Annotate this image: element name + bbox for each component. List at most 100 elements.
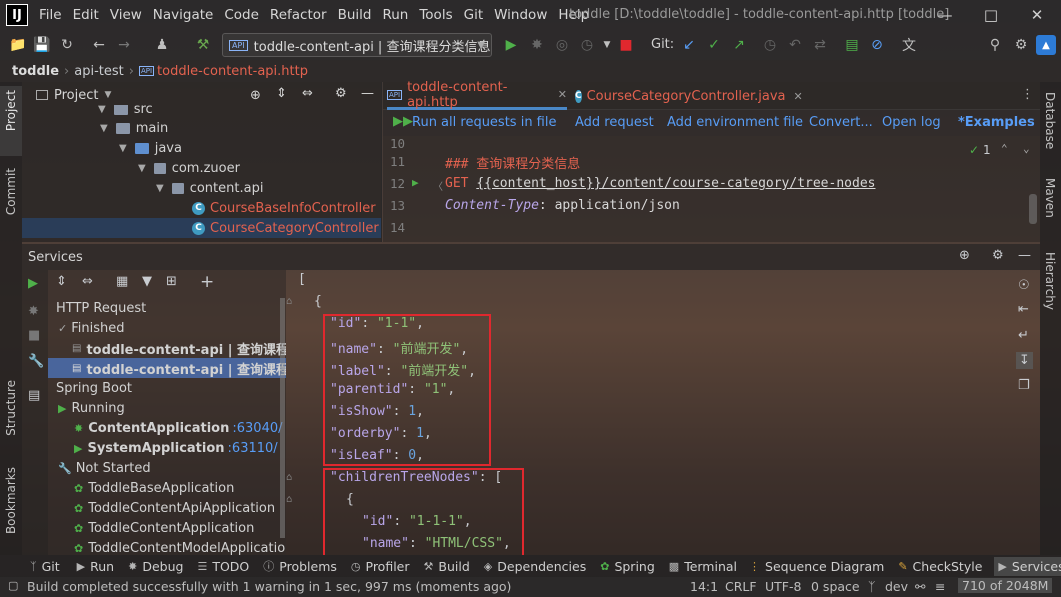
more-vert-icon[interactable]: ⋮ <box>1021 87 1034 102</box>
tab-java-file[interactable]: C CourseCategoryController.java ✕ <box>575 82 803 110</box>
git-rollback-icon[interactable]: ↶ <box>785 35 805 55</box>
layout-icon[interactable]: ▤ <box>28 388 40 403</box>
gear-icon[interactable]: ⚙ <box>335 86 347 101</box>
expand-all-icon[interactable]: ⇕ <box>276 86 287 101</box>
translate-icon[interactable]: 文 <box>899 35 919 55</box>
tab-problems[interactable]: ⓘ Problems <box>263 558 337 574</box>
tab-debug[interactable]: ✸ Debug <box>128 559 183 574</box>
close-tab-icon[interactable]: ✕ <box>558 88 567 101</box>
tree-node-running[interactable]: ▶ Running <box>58 398 125 418</box>
close-tab-icon[interactable]: ✕ <box>794 90 803 103</box>
code-editor[interactable]: 10 11 12 13 14 ▶ 〈 ### 查询课程分类信息 GET {{co… <box>383 136 1040 242</box>
menu-code[interactable]: Code <box>224 7 259 23</box>
caret-position[interactable]: 14:1 <box>690 579 718 594</box>
maximize-icon[interactable]: □ <box>979 4 1003 26</box>
eye-icon[interactable]: ☉ <box>1018 278 1030 293</box>
menu-refactor[interactable]: Refactor <box>270 7 327 23</box>
power-save-icon[interactable]: ⊘ <box>867 35 887 55</box>
memory-indicator[interactable]: 710 of 2048M <box>958 578 1053 593</box>
expand-all-icon[interactable]: ⇕ <box>56 274 67 289</box>
fold-icon[interactable]: ⌂ <box>286 296 292 307</box>
locate-icon[interactable]: ⊕ <box>250 88 261 103</box>
tree-node-http-request[interactable]: HTTP Request <box>56 298 146 318</box>
minimize-icon[interactable]: — <box>933 4 957 26</box>
run-icon[interactable]: ▶ <box>28 276 38 291</box>
git-history-icon[interactable]: ◷ <box>760 35 780 55</box>
add-environment-link[interactable]: Add environment file <box>667 115 803 130</box>
breadcrumb-file[interactable]: toddle-content-api.http <box>157 64 308 79</box>
gear-icon[interactable]: ⚙ <box>992 248 1004 263</box>
git-branch[interactable]: dev <box>885 579 908 594</box>
sync-icon[interactable]: ↻ <box>57 35 77 55</box>
tree-node-not-started[interactable]: 🔧 Not Started <box>58 458 151 478</box>
bookmarks-tool-tab[interactable]: Bookmarks <box>4 467 18 534</box>
menu-run[interactable]: Run <box>382 7 408 23</box>
add-service-icon[interactable]: + <box>200 272 214 292</box>
tree-node-app[interactable]: ✿ ToddleContentApiApplication <box>74 498 275 518</box>
line-separator[interactable]: CRLF <box>725 579 757 594</box>
tree-node-app[interactable]: ✿ ToddleBaseApplication <box>74 478 234 498</box>
tab-services[interactable]: ▶ Services <box>994 556 1061 576</box>
menu-git[interactable]: Git <box>464 7 484 23</box>
breadcrumb-project[interactable]: toddle <box>12 64 59 79</box>
chevron-down-icon[interactable]: ▼ <box>104 90 111 100</box>
add-request-link[interactable]: Add request <box>575 115 654 130</box>
tree-row-main[interactable]: ▼ main <box>100 118 168 138</box>
collapse-all-icon[interactable]: ⇔ <box>82 274 93 289</box>
stop-icon[interactable]: ■ <box>616 35 636 55</box>
tab-dependencies[interactable]: ◈ Dependencies <box>484 559 586 574</box>
fold-icon[interactable]: ⌂ <box>286 494 292 505</box>
git-commit-icon[interactable]: ✓ <box>704 35 724 55</box>
structure-tool-tab[interactable]: Structure <box>4 380 18 436</box>
convert-link[interactable]: Convert... <box>809 115 873 130</box>
tree-node-app[interactable]: ✿ ToddleContentApplication <box>74 518 254 538</box>
port-link[interactable]: :63110/ <box>228 441 278 456</box>
lock-icon[interactable]: ⚯ <box>915 579 925 594</box>
new-tab-icon[interactable]: ⊞ <box>166 274 177 289</box>
response-json-viewer[interactable]: [{⌂ "id": "1-1", "name": "前端开发", "label": "… <box>286 270 1000 555</box>
tree-scrollbar[interactable] <box>280 298 285 538</box>
tree-row-content-api[interactable]: ▼ content.api <box>156 178 263 198</box>
tree-node-request-2[interactable]: ▤ toddle-content-api | 查询课程分 <box>48 358 286 378</box>
examples-link[interactable]: *Examples <box>958 115 1035 130</box>
tree-node-request-1[interactable]: ▤ toddle-content-api | 查询课程信 <box>72 338 286 358</box>
tab-sequence-diagram[interactable]: ⋮ Sequence Diagram <box>749 559 884 574</box>
git-push-icon[interactable]: ↗ <box>729 35 749 55</box>
menu-build[interactable]: Build <box>338 7 372 23</box>
hide-icon[interactable]: — <box>1018 248 1031 263</box>
vcs-log-icon[interactable]: ▤ <box>842 35 862 55</box>
fold-icon[interactable]: ⌂ <box>286 472 292 483</box>
close-icon[interactable]: ✕ <box>1025 4 1049 26</box>
scroll-down-icon[interactable]: ↧ <box>1016 352 1033 369</box>
tree-node-spring-boot[interactable]: Spring Boot <box>56 378 132 398</box>
menu-window[interactable]: Window <box>494 7 547 23</box>
tab-terminal[interactable]: ▩ Terminal <box>669 559 737 574</box>
scroll-to-end-icon[interactable]: ⇤ <box>1018 302 1029 317</box>
tree-node-system-application[interactable]: ▶ SystemApplication :63110/ <box>74 438 278 458</box>
maven-tool-tab[interactable]: Maven <box>1043 178 1057 218</box>
project-pane-title[interactable]: Project <box>54 88 98 103</box>
menu-file[interactable]: File <box>39 7 62 23</box>
forward-icon[interactable]: → <box>114 35 134 55</box>
database-tool-tab[interactable]: Database <box>1043 92 1057 149</box>
breadcrumb-folder[interactable]: api-test <box>74 64 124 79</box>
run-all-icon[interactable]: ▶▶ <box>393 114 413 129</box>
menu-view[interactable]: View <box>110 7 142 23</box>
filter-icon[interactable]: ▼ <box>142 274 152 289</box>
file-encoding[interactable]: UTF-8 <box>765 579 801 594</box>
soft-wrap-icon[interactable]: ↵ <box>1018 328 1029 343</box>
tree-row-coursecategorycontroller[interactable]: C CourseCategoryController <box>22 218 381 238</box>
menu-edit[interactable]: Edit <box>73 7 99 23</box>
inspection-ok-icon[interactable]: ✓ <box>969 143 979 157</box>
save-icon[interactable]: 💾 <box>32 35 52 55</box>
search-icon[interactable]: ⚲ <box>985 35 1005 55</box>
tree-row-coursebaseinfocontroller[interactable]: C CourseBaseInfoController <box>192 198 376 218</box>
tab-checkstyle[interactable]: ✎ CheckStyle <box>898 559 982 574</box>
debug-icon[interactable]: ✸ <box>28 304 39 319</box>
tab-spring[interactable]: ✿ Spring <box>600 559 655 574</box>
tab-http-file[interactable]: API toddle-content-api.http ✕ <box>387 80 567 110</box>
tree-row-java[interactable]: ▼ java <box>119 138 182 158</box>
port-link[interactable]: :63040/ <box>232 421 282 436</box>
indent-setting[interactable]: 0 space <box>811 579 860 594</box>
wrench-icon[interactable]: 🔧 <box>28 354 44 369</box>
